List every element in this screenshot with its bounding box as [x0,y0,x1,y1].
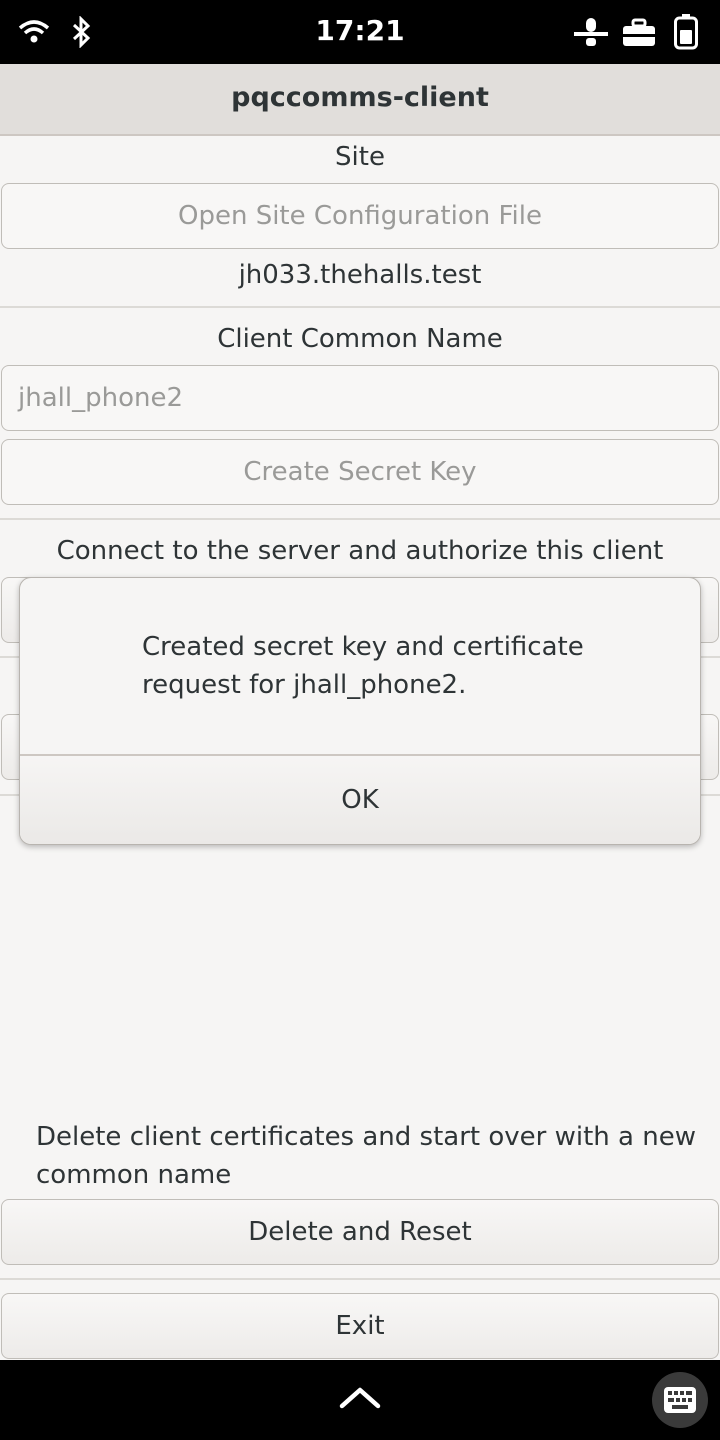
separator [0,518,720,520]
connect-label: Connect to the server and authorize this… [56,536,664,566]
bottom-bar [0,1360,720,1440]
create-secret-key-button[interactable]: Create Secret Key [1,439,719,505]
dialog-message-line: Created secret key and certificate [142,632,584,662]
dialog-message-line: request for jhall_phone2. [142,670,467,700]
delete-description-line: Delete client certificates and start ove… [36,1122,696,1152]
separator [0,1278,720,1280]
delete-description-line: common name [36,1160,232,1190]
ok-button[interactable]: OK [20,756,700,844]
battery-icon [674,14,698,50]
client-common-name-label: Client Common Name [217,324,503,354]
status-bar: 17:21 [0,0,720,64]
open-site-config-button[interactable]: Open Site Configuration File [1,183,719,249]
chevron-up-icon[interactable] [338,1384,382,1410]
message-dialog: Created secret key and certificate reque… [19,577,701,845]
app-title: pqccomms-client [231,82,489,113]
site-name: jh033.thehalls.test [238,260,482,290]
delete-description: Delete client certificates and start ove… [36,1118,696,1194]
clock: 17:21 [315,14,405,47]
keyboard-icon [664,1387,696,1413]
briefcase-icon [623,18,655,46]
client-common-name-input[interactable]: jhall_phone2 [1,365,719,431]
site-label: Site [335,142,385,172]
dialog-message: Created secret key and certificate reque… [142,628,642,704]
header-bar: pqccomms-client [0,64,720,136]
mic-muted-icon [574,18,608,46]
separator [0,306,720,308]
keyboard-toggle-button[interactable] [652,1372,708,1428]
delete-and-reset-button[interactable]: Delete and Reset [1,1199,719,1265]
exit-button[interactable]: Exit [1,1293,719,1359]
